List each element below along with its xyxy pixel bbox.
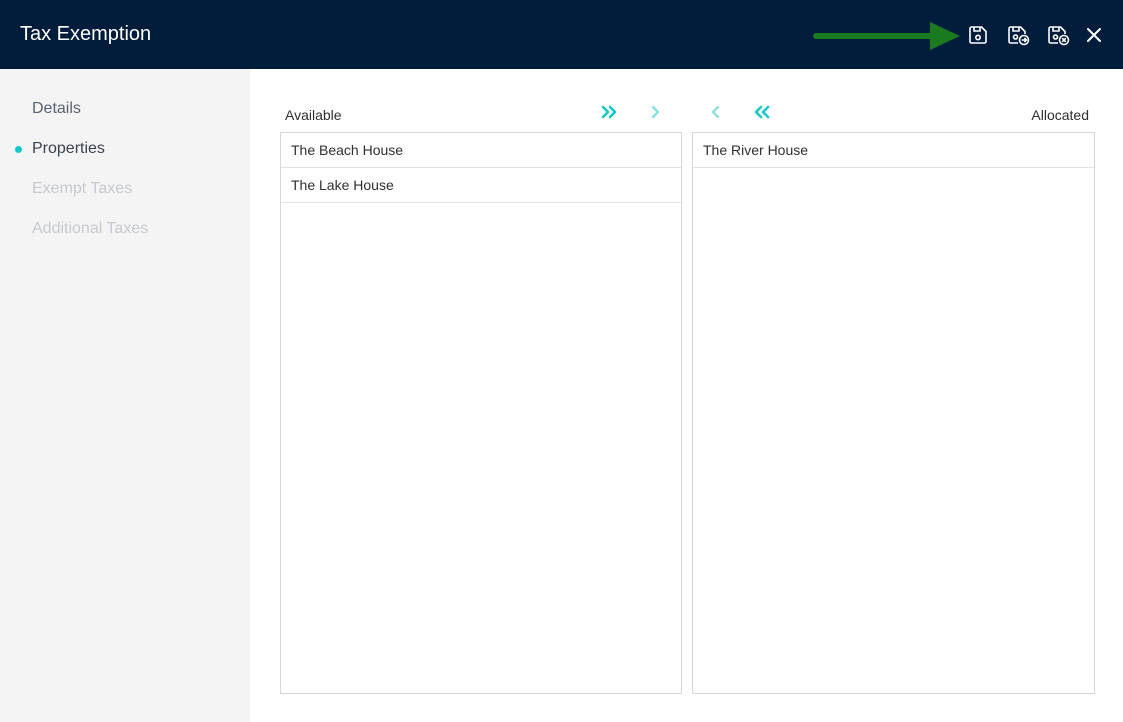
sidebar <box>0 69 250 722</box>
active-indicator-icon <box>15 146 22 153</box>
list-item[interactable]: The Lake House <box>281 168 681 203</box>
list-item[interactable]: The River House <box>693 133 1094 168</box>
header-bar: Tax Exemption <box>0 0 1123 69</box>
save-icon[interactable] <box>965 22 991 48</box>
close-icon[interactable] <box>1081 22 1107 48</box>
available-list[interactable]: The Beach House The Lake House <box>280 132 682 694</box>
annotation-arrow-icon <box>813 22 960 50</box>
move-all-left-icon[interactable] <box>750 100 774 124</box>
sidebar-item-properties[interactable]: Properties <box>32 138 105 160</box>
move-right-icon[interactable] <box>643 100 667 124</box>
sidebar-item-details[interactable]: Details <box>32 98 81 120</box>
save-and-exit-icon[interactable] <box>1005 22 1031 48</box>
available-label: Available <box>285 107 342 123</box>
save-and-cancel-icon[interactable] <box>1045 22 1071 48</box>
page-title: Tax Exemption <box>20 23 152 45</box>
sidebar-item-additional-taxes: Additional Taxes <box>32 220 149 237</box>
allocated-label: Allocated <box>1031 107 1089 123</box>
allocated-list[interactable]: The River House <box>692 132 1095 694</box>
list-item[interactable]: The Beach House <box>281 133 681 168</box>
move-left-icon[interactable] <box>704 100 728 124</box>
sidebar-item-exempt-taxes: Exempt Taxes <box>32 180 133 197</box>
move-all-right-icon[interactable] <box>597 100 621 124</box>
